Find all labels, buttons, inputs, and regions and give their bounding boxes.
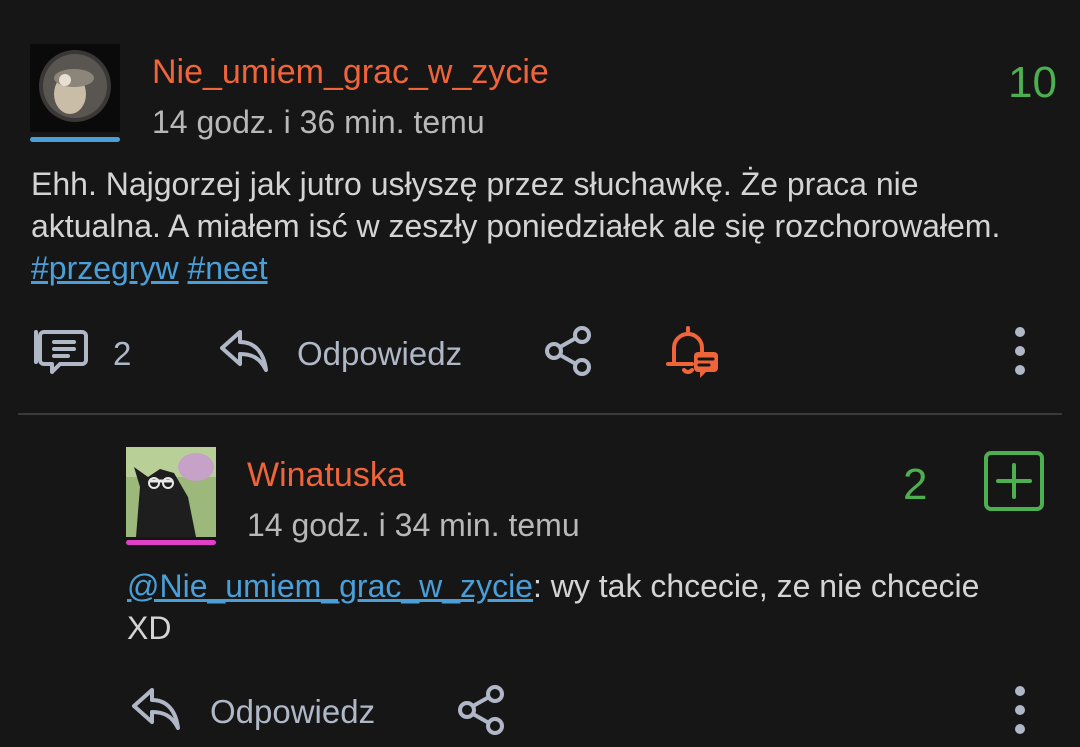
post-avatar-badge	[30, 137, 120, 142]
reply-avatar-badge	[126, 540, 216, 545]
reply-username[interactable]: Winatuska	[247, 455, 406, 495]
comments-icon[interactable]	[32, 326, 90, 376]
reply-avatar[interactable]	[126, 447, 216, 537]
notification-bell-icon[interactable]	[664, 324, 722, 380]
post-text: Ehh. Najgorzej jak jutro usłyszę przez s…	[31, 166, 1001, 244]
upvote-plus-icon[interactable]	[983, 450, 1045, 512]
divider	[18, 413, 1062, 415]
post-reply-button[interactable]: Odpowiedz	[297, 334, 462, 374]
reply-timestamp: 14 godz. i 34 min. temu	[247, 507, 580, 543]
post-score: 10	[1008, 58, 1057, 107]
reply-reply-icon[interactable]	[130, 684, 182, 734]
post-body: Ehh. Najgorzej jak jutro usłyszę przez s…	[31, 163, 1021, 289]
post-username[interactable]: Nie_umiem_grac_w_zycie	[152, 52, 549, 92]
reply-score: 2	[903, 460, 928, 509]
post-timestamp: 14 godz. i 36 min. temu	[152, 104, 485, 140]
reply-share-icon[interactable]	[455, 683, 509, 737]
reply-reply-button[interactable]: Odpowiedz	[210, 692, 375, 732]
share-icon[interactable]	[542, 324, 596, 378]
comment-count[interactable]: 2	[113, 334, 131, 374]
reply-more-options-icon[interactable]	[1010, 685, 1030, 735]
post-avatar[interactable]	[30, 44, 120, 132]
mention-link[interactable]: @Nie_umiem_grac_w_zycie	[127, 568, 533, 604]
reply-body: @Nie_umiem_grac_w_zycie: wy tak chcecie,…	[127, 565, 1007, 649]
tag-neet[interactable]: #neet	[188, 250, 268, 286]
post-more-options-icon[interactable]	[1010, 326, 1030, 376]
tag-przegryw[interactable]: #przegryw	[31, 250, 179, 286]
reply-icon[interactable]	[218, 326, 270, 376]
